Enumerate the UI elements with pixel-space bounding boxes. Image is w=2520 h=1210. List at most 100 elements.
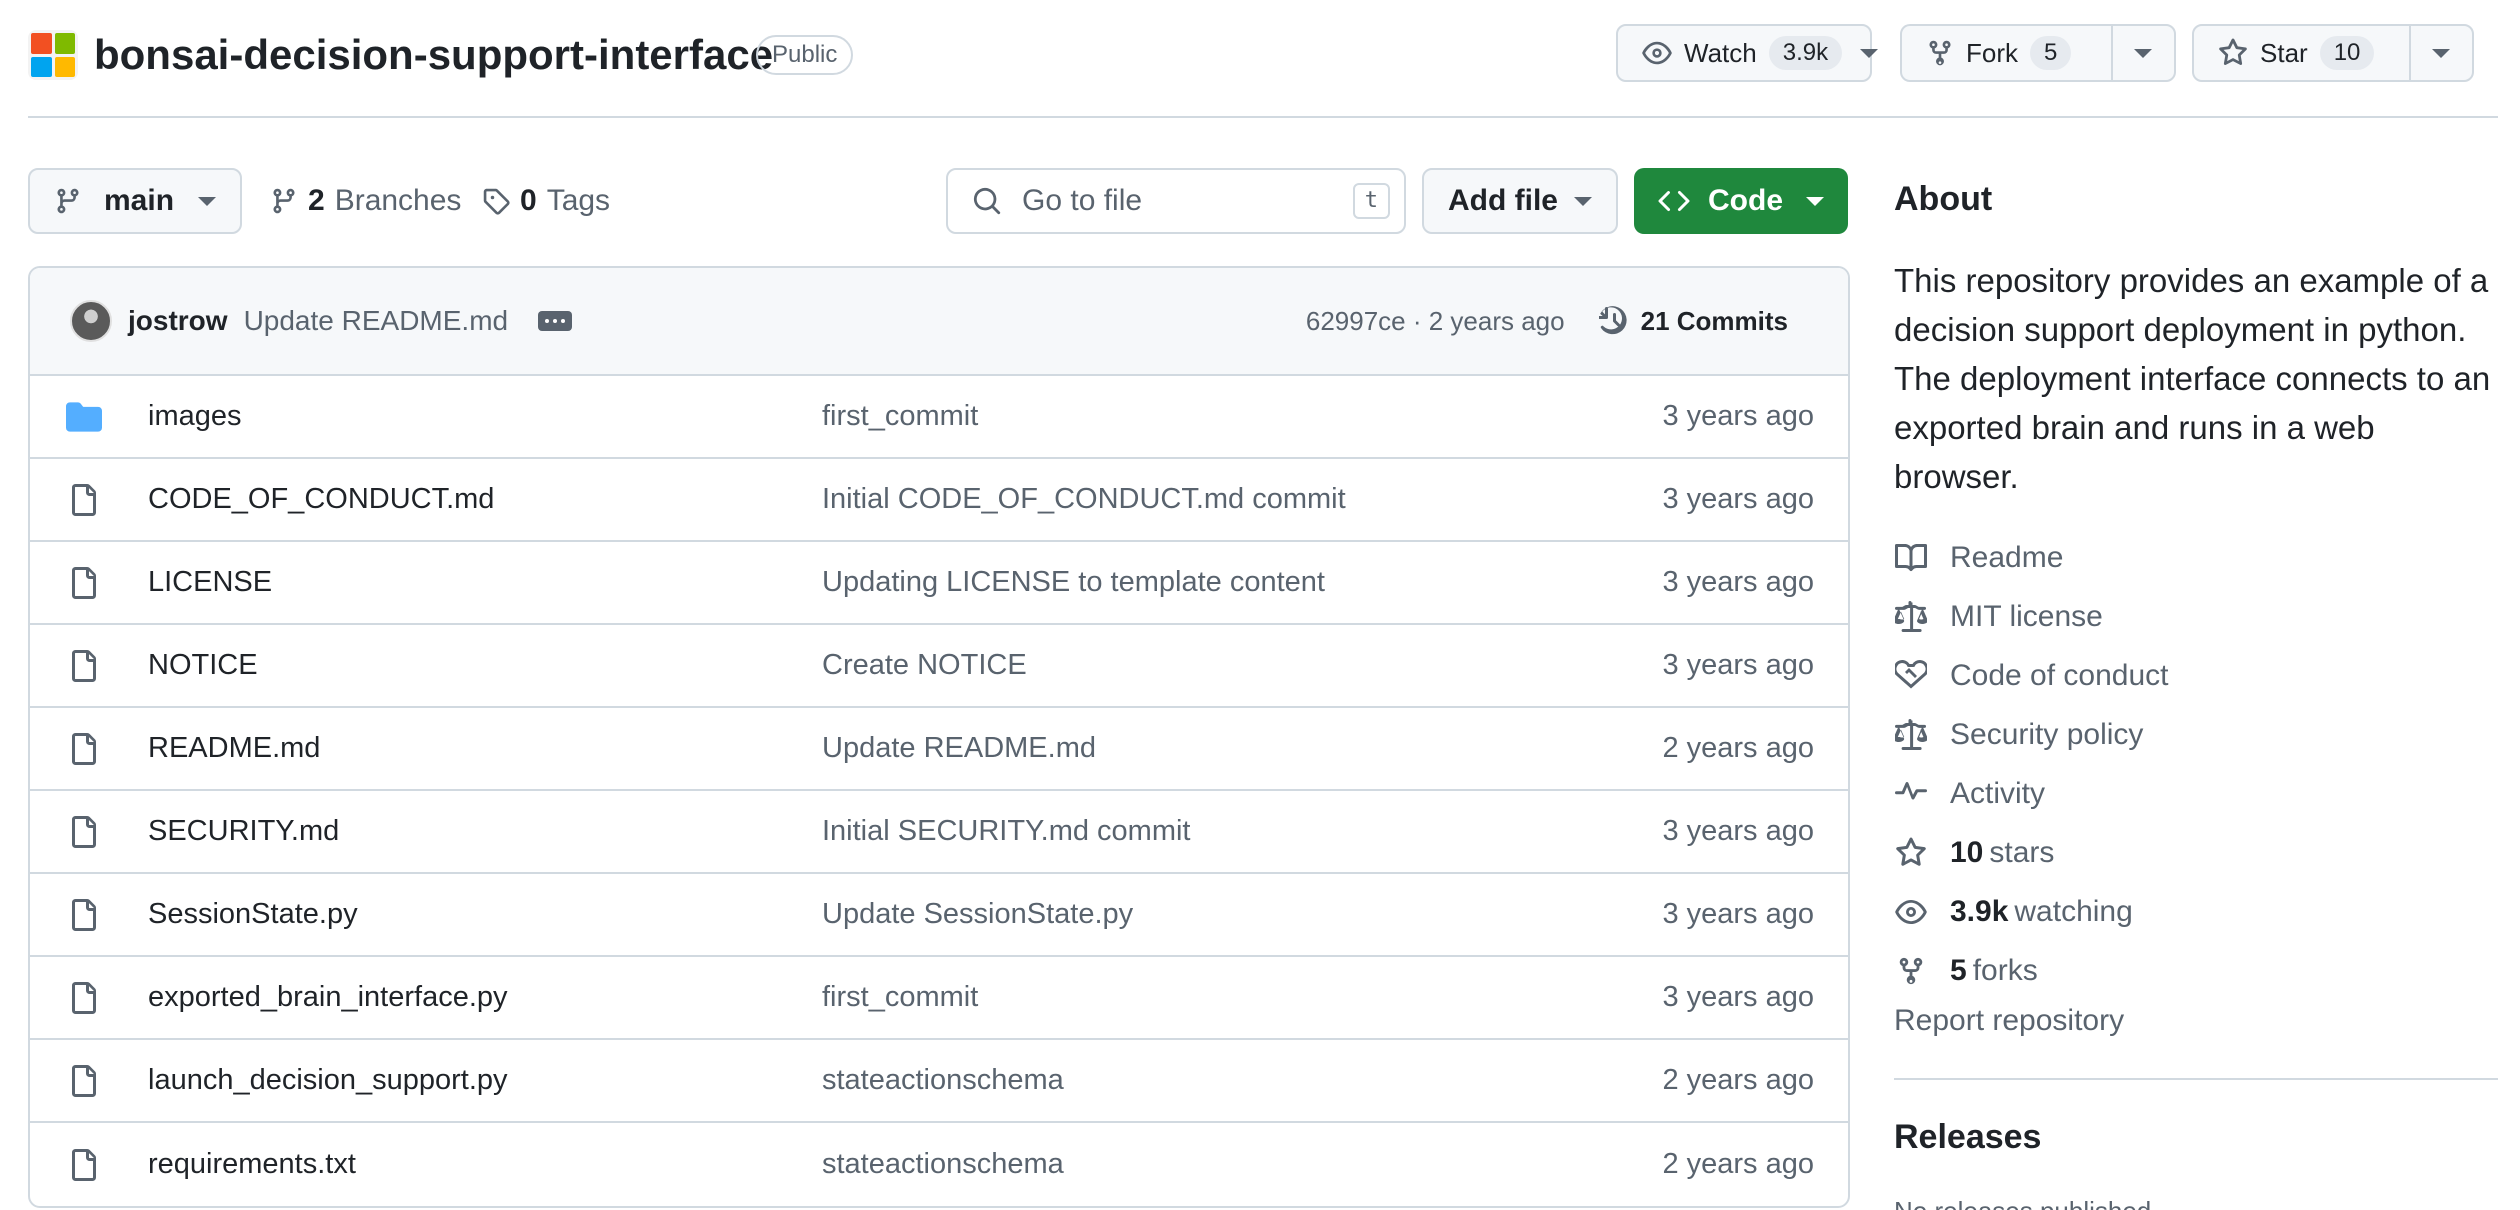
file-name[interactable]: SECURITY.md — [148, 815, 822, 848]
file-row[interactable]: images first_commit 3 years ago — [30, 376, 1848, 459]
scale-icon — [1895, 718, 1927, 750]
watching-label: watching — [2014, 894, 2133, 928]
file-commit-message[interactable]: stateactionschema — [822, 1148, 1064, 1181]
star-button[interactable]: Star 10 — [2194, 26, 2409, 80]
report-repository-link[interactable]: Report repository — [1894, 1004, 2124, 1038]
commit-author[interactable]: jostrow — [128, 305, 228, 337]
file-row[interactable]: SECURITY.md Initial SECURITY.md commit 3… — [30, 791, 1848, 874]
file-icon — [72, 1064, 96, 1097]
file-name[interactable]: LICENSE — [148, 566, 822, 599]
avatar[interactable] — [70, 300, 112, 342]
fork-icon — [1899, 957, 1923, 984]
history-icon — [1598, 306, 1627, 335]
file-date: 3 years ago — [1662, 649, 1814, 681]
go-to-file-input[interactable]: Go to file t — [946, 168, 1406, 234]
watching-link[interactable]: 3.9k watching — [1894, 882, 2494, 941]
file-row[interactable]: NOTICE Create NOTICE 3 years ago — [30, 625, 1848, 708]
add-file-button[interactable]: Add file — [1422, 168, 1618, 234]
file-name[interactable]: README.md — [148, 732, 822, 765]
file-date: 3 years ago — [1662, 981, 1814, 1013]
file-name[interactable]: exported_brain_interface.py — [148, 981, 822, 1014]
org-logo-icon[interactable] — [28, 30, 78, 80]
fork-dropdown[interactable] — [2110, 26, 2174, 80]
commit-meta[interactable]: 62997ce · 2 years ago — [1306, 306, 1565, 337]
forks-link[interactable]: 5 forks — [1894, 941, 2494, 1000]
branch-selector[interactable]: main — [28, 168, 242, 234]
sidebar-divider — [1894, 1078, 2498, 1080]
code-button[interactable]: Code — [1634, 168, 1848, 234]
star-icon — [1896, 837, 1926, 866]
fork-button[interactable]: Fork 5 — [1902, 26, 2111, 80]
file-commit-message[interactable]: Updating LICENSE to template content — [822, 566, 1325, 599]
file-row[interactable]: exported_brain_interface.py first_commit… — [30, 957, 1848, 1040]
watch-dropdown[interactable] — [1860, 26, 1890, 80]
file-name[interactable]: images — [148, 400, 822, 433]
file-row[interactable]: CODE_OF_CONDUCT.md Initial CODE_OF_CONDU… — [30, 459, 1848, 542]
pulse-icon — [1895, 781, 1927, 800]
readme-link[interactable]: Readme — [1894, 528, 2494, 587]
watch-button[interactable]: Watch 3.9k — [1616, 24, 1879, 82]
file-icon — [72, 483, 96, 516]
tags-link[interactable]: 0 Tags — [482, 168, 610, 234]
file-date: 2 years ago — [1662, 732, 1814, 764]
file-commit-message[interactable]: Initial CODE_OF_CONDUCT.md commit — [822, 483, 1346, 516]
scale-icon — [1895, 600, 1927, 632]
file-icon — [72, 981, 96, 1014]
visibility-badge: Public — [756, 35, 854, 75]
expand-commit-icon[interactable] — [538, 311, 573, 331]
stars-link[interactable]: 10 stars — [1894, 823, 2494, 882]
watch-label: Watch — [1684, 37, 1757, 68]
branches-count: 2 — [308, 184, 325, 217]
branches-label: Branches — [334, 184, 462, 217]
about-links: Readme MIT license Code of conduct Secur… — [1894, 528, 2494, 1000]
chevron-down-icon — [1806, 196, 1824, 206]
file-date: 3 years ago — [1662, 566, 1814, 598]
file-name[interactable]: CODE_OF_CONDUCT.md — [148, 483, 822, 516]
file-commit-message[interactable]: first_commit — [822, 981, 978, 1014]
file-commit-message[interactable]: Initial SECURITY.md commit — [822, 815, 1191, 848]
activity-link[interactable]: Activity — [1894, 764, 2494, 823]
file-commit-message[interactable]: Update SessionState.py — [822, 898, 1133, 931]
license-label: MIT license — [1950, 599, 2103, 633]
code-of-conduct-link[interactable]: Code of conduct — [1894, 646, 2494, 705]
file-commit-message[interactable]: first_commit — [822, 400, 978, 433]
file-name[interactable]: requirements.txt — [148, 1148, 822, 1181]
star-dropdown[interactable] — [2408, 26, 2472, 80]
file-row[interactable]: LICENSE Updating LICENSE to template con… — [30, 542, 1848, 625]
tags-label: Tags — [546, 184, 611, 217]
releases-heading[interactable]: Releases — [1894, 1118, 2041, 1157]
file-date: 3 years ago — [1662, 815, 1814, 847]
security-policy-label: Security policy — [1950, 717, 2144, 751]
file-commit-message[interactable]: Update README.md — [822, 732, 1096, 765]
file-row[interactable]: requirements.txt stateactionschema 2 yea… — [30, 1123, 1848, 1206]
file-row[interactable]: launch_decision_support.py stateactionsc… — [30, 1040, 1848, 1123]
file-icon — [72, 732, 96, 765]
file-commit-message[interactable]: Create NOTICE — [822, 649, 1027, 682]
repo-header: bonsai-decision-support-interface Public… — [28, 0, 2498, 118]
branches-link[interactable]: 2 Branches — [270, 168, 461, 234]
chevron-down-icon — [2134, 48, 2153, 58]
commits-link[interactable]: 21 Commits — [1598, 305, 1788, 337]
book-icon — [1895, 543, 1927, 571]
forks-label: forks — [1972, 953, 2038, 987]
fork-count: 5 — [2030, 36, 2072, 70]
license-link[interactable]: MIT license — [1894, 587, 2494, 646]
file-row[interactable]: README.md Update README.md 2 years ago — [30, 708, 1848, 791]
branch-icon — [273, 188, 295, 214]
file-name[interactable]: NOTICE — [148, 649, 822, 682]
file-commit-message[interactable]: stateactionschema — [822, 1064, 1064, 1097]
file-date: 3 years ago — [1662, 400, 1814, 432]
file-name[interactable]: SessionState.py — [148, 898, 822, 931]
fork-button-group: Fork 5 — [1900, 24, 2176, 82]
star-icon — [2219, 38, 2247, 65]
security-policy-link[interactable]: Security policy — [1894, 705, 2494, 764]
file-row[interactable]: SessionState.py Update SessionState.py 3… — [30, 874, 1848, 957]
repo-name[interactable]: bonsai-decision-support-interface — [94, 30, 773, 80]
commit-message[interactable]: Update README.md — [244, 305, 509, 337]
file-date: 2 years ago — [1662, 1064, 1814, 1096]
file-date: 3 years ago — [1662, 483, 1814, 515]
code-icon — [1658, 190, 1690, 212]
star-count: 10 — [2319, 36, 2375, 70]
file-name[interactable]: launch_decision_support.py — [148, 1064, 822, 1097]
forks-count: 5 — [1950, 953, 1967, 987]
